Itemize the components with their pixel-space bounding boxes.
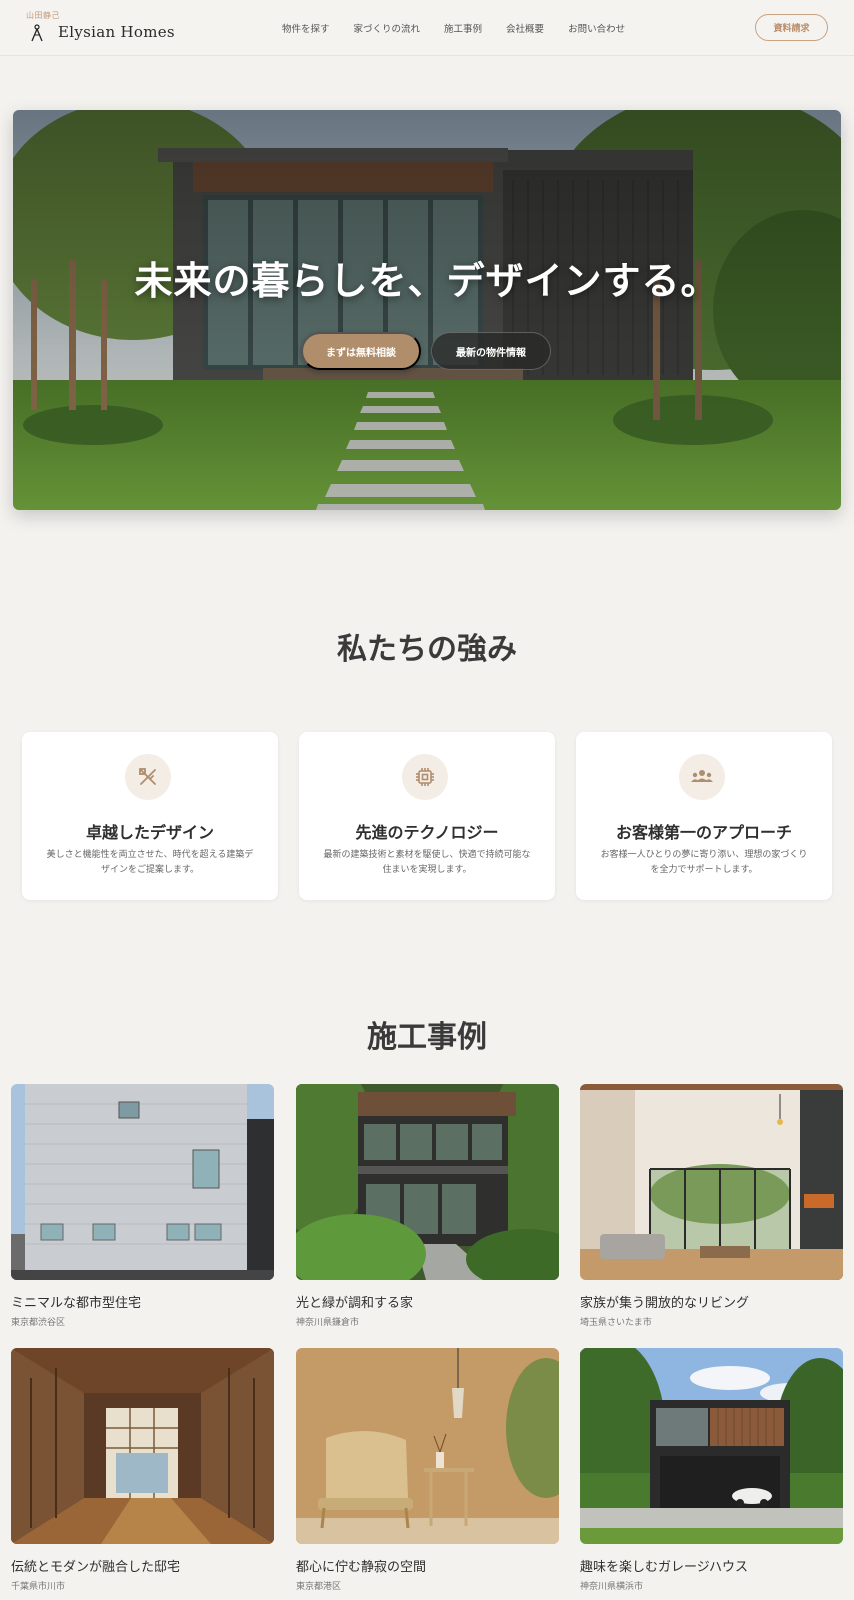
work-item[interactable]: 趣味を楽しむガレージハウス 神奈川県横浜市 (580, 1348, 843, 1592)
work-image[interactable] (11, 1348, 274, 1544)
strength-title: お客様第一のアプローチ (615, 823, 792, 842)
latest-properties-button[interactable]: 最新の物件情報 (431, 332, 551, 370)
work-title[interactable]: 趣味を楽しむガレージハウス (580, 1556, 843, 1575)
work-image[interactable] (296, 1084, 559, 1280)
nav-item-company[interactable]: 会社概要 (506, 21, 544, 35)
work-location: 神奈川県鎌倉市 (296, 1318, 360, 1328)
work-title[interactable]: ミニマルな都市型住宅 (11, 1292, 274, 1311)
work-title[interactable]: 都心に佇む静寂の空間 (296, 1556, 559, 1575)
nav-item-properties[interactable]: 物件を探す (282, 21, 330, 35)
work-item[interactable]: 伝統とモダンが融合した邸宅 千葉県市川市 (11, 1348, 274, 1592)
works-title: 施工事例 (367, 1020, 487, 1055)
work-title[interactable]: 家族が集う開放的なリビング (580, 1292, 843, 1311)
free-consultation-button[interactable]: まずは無料相談 (301, 332, 421, 370)
work-location: 神奈川県横浜市 (580, 1582, 644, 1592)
strength-description: お客様一人ひとりの夢に寄り添い、理想の家づくりを全力でサポートします。 (600, 850, 808, 875)
work-title[interactable]: 伝統とモダンが融合した邸宅 (11, 1556, 274, 1575)
brand-name[interactable]: Elysian Homes (58, 23, 175, 41)
main-nav: 物件を探す 家づくりの流れ 施工事例 会社概要 お問い合わせ (282, 21, 649, 35)
strength-card-approach: お客様第一のアプローチ お客様一人ひとりの夢に寄り添い、理想の家づくりを全力でサ… (576, 732, 832, 900)
strength-title: 先進のテクノロジー (355, 823, 499, 842)
compass-logo-icon (31, 24, 43, 42)
site-header: 山田静己 Elysian Homes 物件を探す 家づくりの流れ 施工事例 会社… (0, 0, 854, 56)
strength-title: 卓越したデザイン (85, 823, 214, 842)
work-item[interactable]: ミニマルな都市型住宅 東京都渋谷区 (11, 1084, 274, 1328)
work-image[interactable] (296, 1348, 559, 1544)
work-image[interactable] (580, 1084, 843, 1280)
people-icon (691, 770, 713, 782)
work-location: 千葉県市川市 (11, 1582, 66, 1592)
work-item[interactable]: 家族が集う開放的なリビング 埼玉県さいたま市 (580, 1084, 843, 1328)
work-title[interactable]: 光と緑が調和する家 (296, 1292, 559, 1311)
nav-item-works[interactable]: 施工事例 (444, 21, 482, 35)
work-item[interactable]: 光と緑が調和する家 神奈川県鎌倉市 (296, 1084, 559, 1328)
chip-icon (416, 768, 434, 786)
strength-card-design: 卓越したデザイン 美しさと機能性を両立させた、時代を超える建築デザインをご提案し… (22, 732, 278, 900)
design-tools-icon (139, 768, 156, 785)
work-location: 東京都港区 (296, 1582, 342, 1592)
strength-description: 最新の建築技術と素材を駆使し、快適で持続可能な住まいを実現します。 (323, 850, 531, 875)
strengths-title: 私たちの強み (337, 632, 517, 667)
strength-description: 美しさと機能性を両立させた、時代を超える建築デザインをご提案します。 (46, 850, 254, 875)
nav-item-contact[interactable]: お問い合わせ (568, 21, 625, 35)
work-location: 東京都渋谷区 (11, 1318, 66, 1328)
nav-item-process[interactable]: 家づくりの流れ (354, 21, 421, 35)
request-brochure-button[interactable]: 資料請求 (755, 14, 828, 41)
brand-owner: 山田静己 (26, 11, 60, 20)
work-image[interactable] (11, 1084, 274, 1280)
work-location: 埼玉県さいたま市 (580, 1318, 652, 1328)
hero-image (13, 110, 841, 510)
hero-title: 未来の暮らしを、デザインする。 (134, 258, 720, 303)
work-item[interactable]: 都心に佇む静寂の空間 東京都港区 (296, 1348, 559, 1592)
hero-banner: 未来の暮らしを、デザインする。 まずは無料相談 最新の物件情報 (13, 110, 841, 510)
strength-card-technology: 先進のテクノロジー 最新の建築技術と素材を駆使し、快適で持続可能な住まいを実現し… (299, 732, 555, 900)
work-image[interactable] (580, 1348, 843, 1544)
